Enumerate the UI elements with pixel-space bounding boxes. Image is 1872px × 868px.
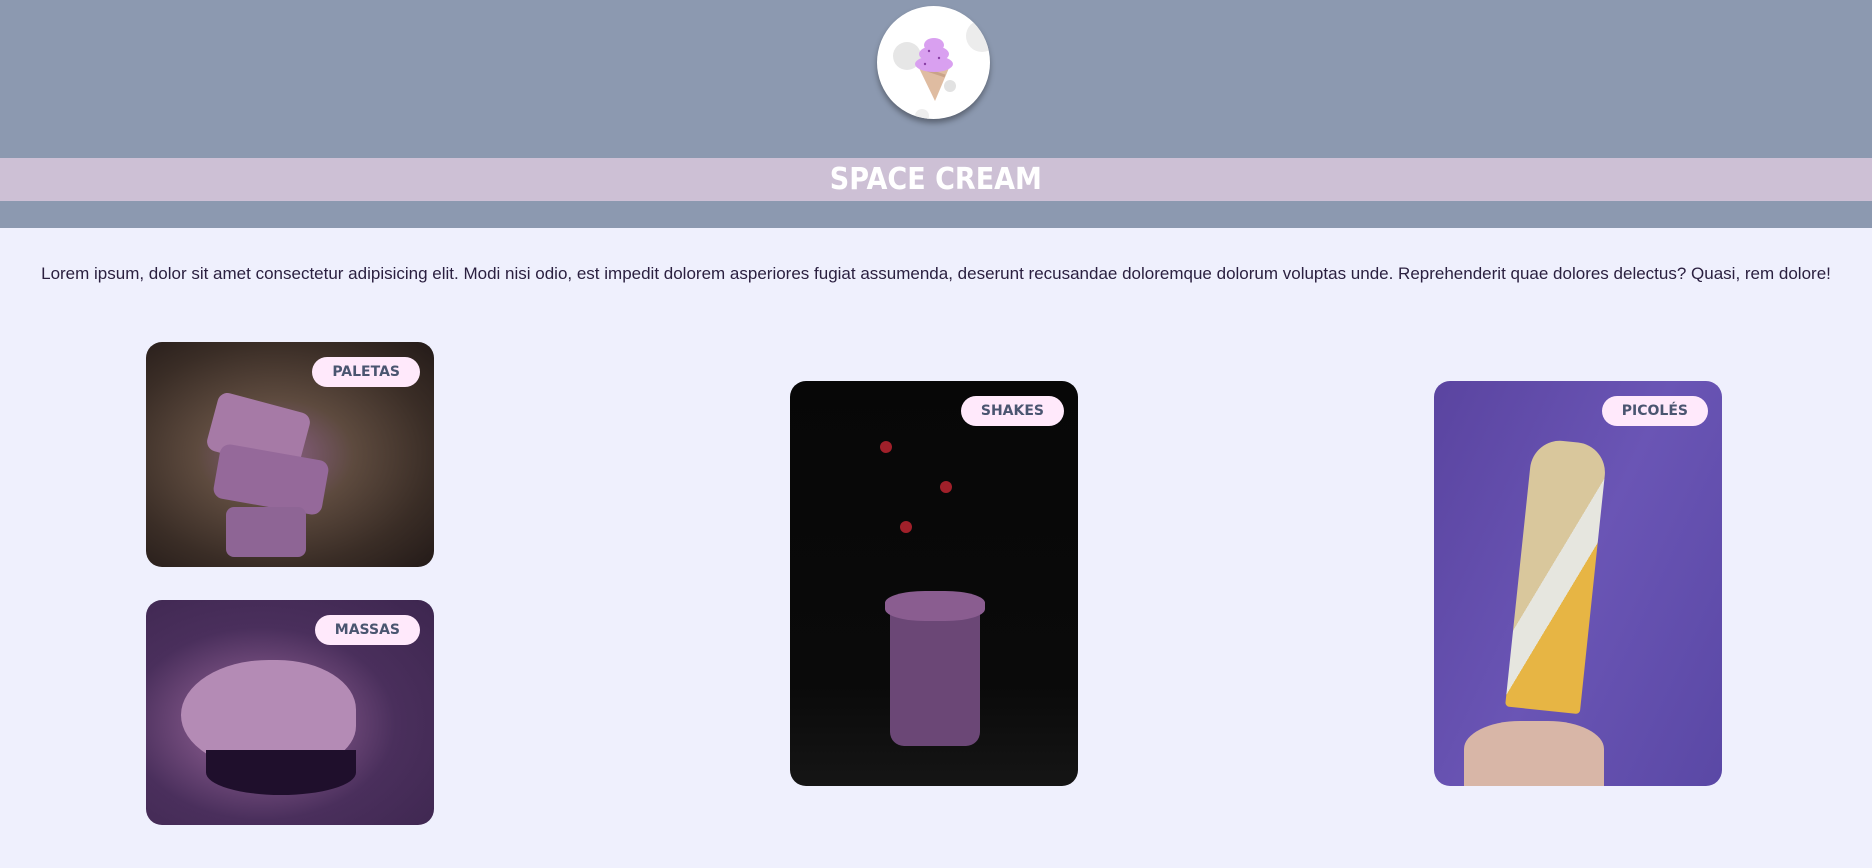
badge-picoles: PICOLÉS [1601,396,1708,426]
card-shakes[interactable]: SHAKES [790,381,1078,786]
badge-shakes: SHAKES [960,396,1064,426]
site-title: SPACE CREAM [829,162,1043,197]
badge-massas: MASSAS [314,615,420,645]
popsicle-image [1505,437,1608,715]
card-paletas[interactable]: PALETAS [146,342,434,567]
card-picoles[interactable]: PICOLÉS [1434,381,1722,786]
logo[interactable] [877,6,990,119]
badge-paletas: PALETAS [312,357,420,387]
title-band: SPACE CREAM [0,158,1872,201]
intro-text: Lorem ipsum, dolor sit amet consectetur … [41,264,1831,283]
card-massas[interactable]: MASSAS [146,600,434,825]
ice-cream-icon [893,20,990,119]
header: SPACE CREAM [0,0,1872,228]
